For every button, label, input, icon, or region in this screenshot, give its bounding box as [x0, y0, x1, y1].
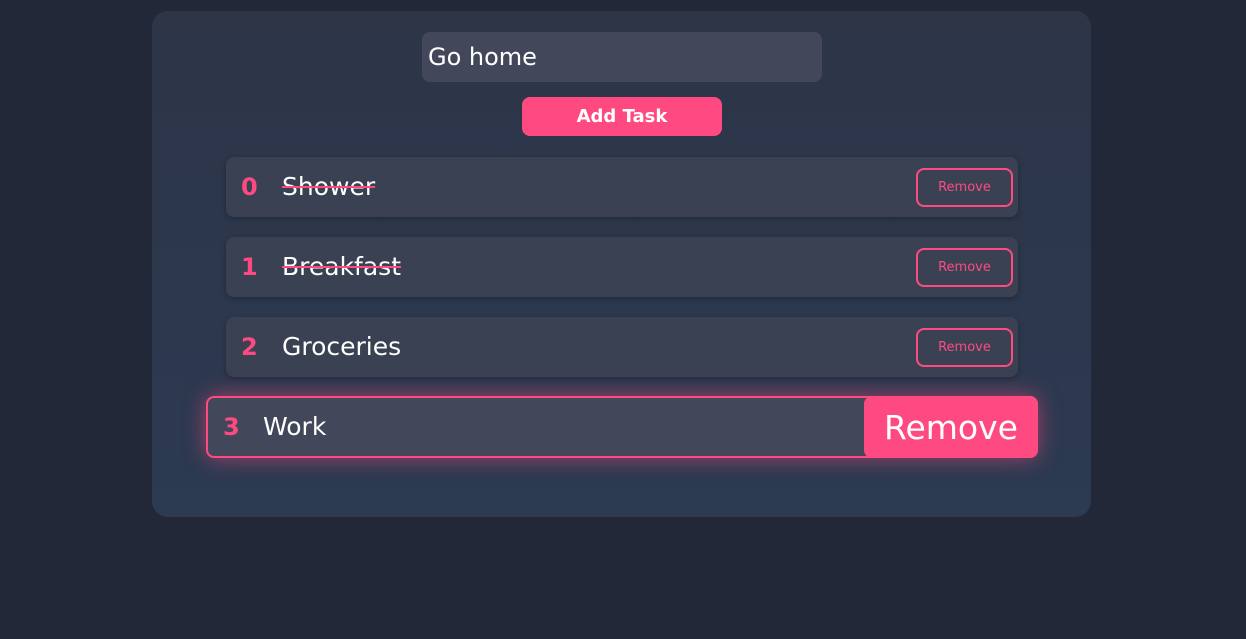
task-text: Shower	[282, 172, 376, 201]
task-number: 2	[241, 333, 258, 361]
task-item[interactable]: 2 Groceries Remove	[226, 317, 1018, 377]
task-item-hovered[interactable]: 3 Work Remove	[206, 396, 1038, 458]
task-list: 0 Shower Remove 1 Breakfast Remove 2 Gro…	[152, 11, 1091, 517]
task-text: Work	[263, 412, 327, 441]
task-item[interactable]: 0 Shower Remove	[226, 157, 1018, 217]
todo-card: Add Task 0 Shower Remove 1 Breakfast Rem…	[152, 11, 1091, 517]
task-number: 0	[241, 173, 258, 201]
task-number: 1	[241, 253, 258, 281]
remove-button[interactable]: Remove	[916, 328, 1013, 367]
remove-button-hovered[interactable]: Remove	[864, 396, 1038, 458]
remove-button[interactable]: Remove	[916, 168, 1013, 207]
task-text: Breakfast	[282, 252, 402, 281]
task-number: 3	[223, 413, 240, 441]
task-item[interactable]: 1 Breakfast Remove	[226, 237, 1018, 297]
remove-button[interactable]: Remove	[916, 248, 1013, 287]
task-text: Groceries	[282, 332, 402, 361]
